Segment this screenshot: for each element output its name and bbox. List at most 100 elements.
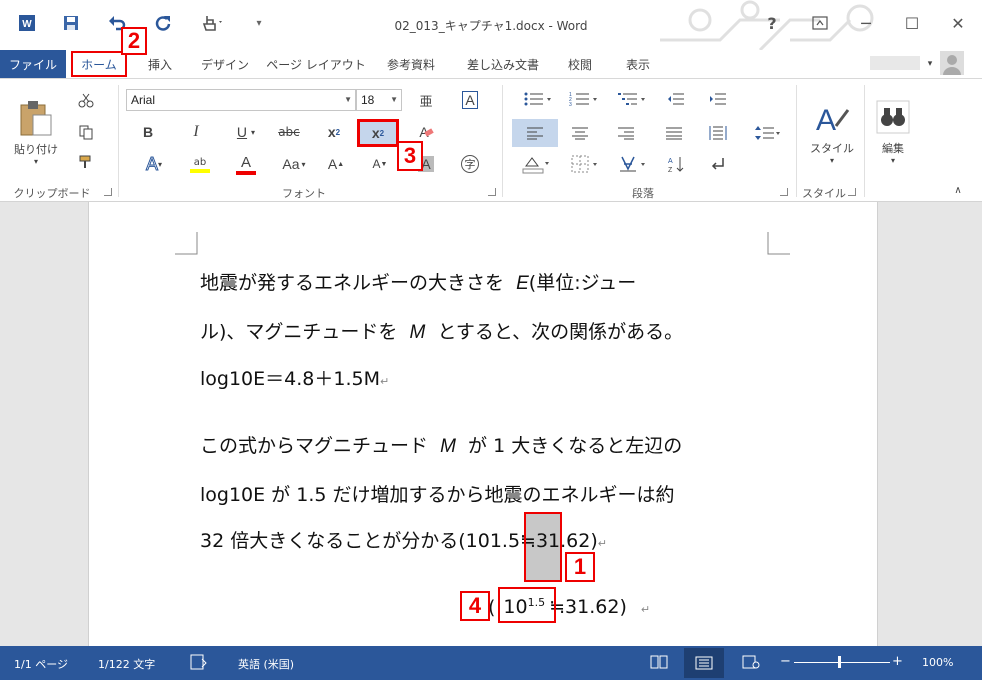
zoom-out-button[interactable]: − <box>780 654 791 669</box>
bold-button[interactable]: B <box>136 121 160 143</box>
margin-corner-top-right <box>767 232 790 255</box>
show-marks-icon[interactable] <box>704 151 732 177</box>
font-name-value: Arial <box>131 93 156 107</box>
text-segment: 地震が発するエネルギーの大きさを <box>200 272 505 294</box>
minimize-button[interactable]: ─ <box>852 10 880 36</box>
increase-indent-icon[interactable] <box>704 87 732 111</box>
text-segment: log10E が 1.5 だけ増加するから地震のエネルギーは約 <box>200 484 675 506</box>
enclose-glyph: 字 <box>461 155 479 173</box>
user-name[interactable] <box>870 56 920 70</box>
callout-4: 4 <box>460 591 490 621</box>
multilevel-list-icon[interactable] <box>612 87 652 111</box>
cut-icon[interactable] <box>74 89 98 111</box>
tab-references[interactable]: 参考資料 <box>376 50 446 78</box>
read-mode-icon[interactable] <box>650 655 668 672</box>
variable-m: M <box>440 436 456 457</box>
copy-icon[interactable] <box>74 121 98 143</box>
selected-exponent[interactable]: 1.5 <box>490 530 520 552</box>
doc-line-2: ル)、マグニチュードを M とすると、次の関係がある。 <box>200 317 683 344</box>
chevron-down-icon[interactable]: ▾ <box>924 50 936 78</box>
font-launcher-icon[interactable] <box>488 188 496 196</box>
doc-line-5: log10E が 1.5 だけ増加するから地震のエネルギーは約 <box>200 480 674 507</box>
editing-button[interactable]: 編集 ▾ <box>870 87 916 177</box>
avatar[interactable] <box>940 51 964 75</box>
chevron-down-icon: ▾ <box>251 127 256 137</box>
text-segment: (単位:ジュー <box>528 272 637 294</box>
maximize-button[interactable]: ☐ <box>898 10 926 36</box>
tab-home[interactable]: ホーム <box>71 51 127 77</box>
superscript-mark: 2 <box>379 128 385 138</box>
enclose-characters-icon[interactable]: 字 <box>458 153 482 175</box>
margin-corner-top-left <box>175 232 198 255</box>
ribbon-display-options-icon[interactable] <box>806 10 834 36</box>
tab-file[interactable]: ファイル <box>0 50 66 78</box>
word-count[interactable]: 1/122 文字 <box>98 656 155 672</box>
help-button[interactable]: ? <box>758 10 786 36</box>
sort-icon[interactable]: AZ <box>662 151 690 177</box>
group-divider <box>118 85 119 197</box>
align-left-icon[interactable] <box>512 119 558 147</box>
tab-view[interactable]: 表示 <box>616 50 660 78</box>
close-button[interactable]: ✕ <box>944 10 972 36</box>
zoom-level[interactable]: 100% <box>922 656 953 669</box>
text-segment: が 1 大きくなると左辺の <box>468 435 683 457</box>
shrink-font-icon[interactable]: A ▼ <box>366 153 394 175</box>
tab-review[interactable]: 校閲 <box>558 50 602 78</box>
tab-design[interactable]: デザイン <box>194 50 256 78</box>
print-layout-icon[interactable] <box>684 648 724 678</box>
selection-outline <box>524 512 562 582</box>
text-effects-icon[interactable]: A ▾ <box>136 153 172 175</box>
font-name-select[interactable]: Arial ▼ <box>126 89 356 111</box>
binoculars-icon <box>876 100 910 133</box>
clear-formatting-icon[interactable]: A <box>414 121 438 143</box>
highlight-glyph: ab <box>193 157 207 168</box>
styles-button[interactable]: A スタイル ▾ <box>804 87 860 177</box>
proofing-icon[interactable] <box>190 654 208 673</box>
styles-launcher-icon[interactable] <box>848 188 856 196</box>
paragraph-launcher-icon[interactable] <box>780 188 788 196</box>
strikethrough-button[interactable]: abc <box>274 121 304 143</box>
zoom-in-button[interactable]: + <box>892 654 903 669</box>
clipboard-launcher-icon[interactable] <box>104 188 112 196</box>
align-right-icon[interactable] <box>612 119 640 147</box>
styles-label: スタイル <box>810 141 854 155</box>
numbering-icon[interactable]: 123 <box>564 87 604 111</box>
zoom-slider[interactable] <box>794 662 890 663</box>
italic-button[interactable]: I <box>184 121 208 143</box>
grow-font-icon[interactable]: A ▲ <box>322 153 350 175</box>
decrease-indent-icon[interactable] <box>662 87 690 111</box>
font-color-icon[interactable]: A <box>226 153 266 177</box>
change-case-icon[interactable]: Aa ▾ <box>276 153 312 175</box>
subscript-mark: 2 <box>335 127 341 137</box>
language[interactable]: 英語 (米国) <box>238 656 294 672</box>
doc-line-1: 地震が発するエネルギーの大きさを E(単位:ジュー <box>200 268 636 295</box>
character-border-icon[interactable]: A <box>458 89 482 111</box>
borders-icon[interactable] <box>566 151 606 177</box>
zoom-slider-thumb[interactable] <box>838 656 841 668</box>
page-count[interactable]: 1/1 ページ <box>14 656 68 672</box>
tab-page-layout[interactable]: ページ レイアウト <box>266 50 366 78</box>
ribbon-home: 貼り付け ▾ クリップボード Arial ▼ 18 ▼ 亜 A B I U ▾ abc… <box>0 78 982 202</box>
svg-text:3: 3 <box>569 102 572 107</box>
text-segment: 32 倍大きくなることが分かる(10 <box>200 530 490 552</box>
phonetic-guide-icon[interactable]: 亜 <box>414 89 438 111</box>
subscript-button[interactable]: x2 <box>322 121 346 143</box>
paste-label: 貼り付け <box>14 142 58 156</box>
justify-icon[interactable] <box>660 119 688 147</box>
highlight-color-icon[interactable]: ab <box>180 153 220 177</box>
web-layout-icon[interactable] <box>742 655 760 672</box>
shading-icon[interactable] <box>516 151 556 177</box>
font-size-select[interactable]: 18 ▼ <box>356 89 402 111</box>
line-spacing-icon[interactable] <box>750 119 786 147</box>
paste-button[interactable]: 貼り付け ▾ <box>8 87 64 177</box>
asian-layout-icon[interactable] <box>614 151 654 177</box>
tab-mailings[interactable]: 差し込み文書 <box>456 50 550 78</box>
paragraph-mark: ↵ <box>597 537 607 550</box>
collapse-ribbon-icon[interactable]: ∧ <box>950 183 966 197</box>
align-center-icon[interactable] <box>566 119 594 147</box>
underline-button[interactable]: U ▾ <box>228 121 264 143</box>
distribute-icon[interactable] <box>704 119 732 147</box>
superscript-button[interactable]: x2 <box>357 119 399 147</box>
bullets-icon[interactable] <box>518 87 558 111</box>
format-painter-icon[interactable] <box>74 151 98 173</box>
